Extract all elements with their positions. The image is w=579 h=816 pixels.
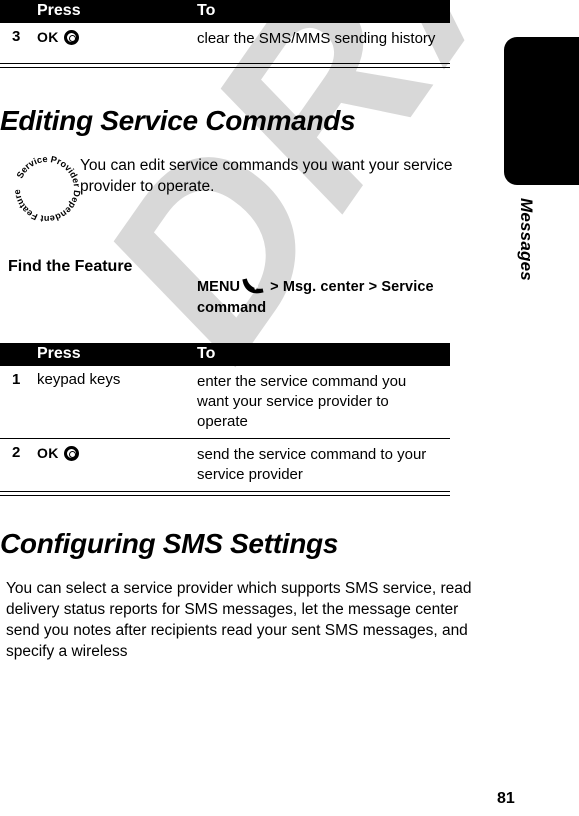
- chapter-name-text: Messages: [517, 198, 536, 281]
- table-header-row: Press To: [0, 0, 450, 23]
- find-the-feature-path: MENU > Msg. center > Service command: [197, 276, 447, 319]
- paragraph-configuring-sms-settings: You can select a service provider which …: [6, 580, 472, 660]
- page-number: 81: [497, 790, 515, 807]
- step-press-cell: OK: [37, 27, 187, 47]
- step-action-cell: enter the service command you want your …: [197, 373, 407, 430]
- step-action-cell: clear the SMS/MMS sending history: [197, 30, 436, 47]
- step-press-cell: OK: [37, 443, 187, 463]
- table-row: 1 keypad keys enter the service command …: [0, 366, 450, 439]
- column-header-to: To: [197, 2, 216, 19]
- table-bottom-rule: [0, 491, 450, 496]
- path-item-msg-center: Msg. center: [282, 279, 365, 295]
- ok-ring-icon: [63, 29, 79, 45]
- table-header-row: Press To: [0, 343, 450, 366]
- badge-text: Service Provider Dependent Feature: [12, 154, 82, 224]
- procedure-table-continuation: Press To 3 OK clear the SMS/MMS sending …: [0, 0, 450, 68]
- find-the-feature-label: Find the Feature: [8, 258, 133, 275]
- paragraph-editing-service-commands: You can edit service commands you want y…: [80, 157, 453, 195]
- ok-key-label: OK: [37, 29, 59, 46]
- table-row: 3 OK clear the SMS/MMS sending history: [0, 23, 450, 63]
- page-title-editing-service-commands: Editing Service Commands: [0, 105, 356, 136]
- path-separator-2: >: [368, 279, 378, 295]
- step-number: 3: [12, 28, 21, 45]
- table-row: 2 OK send the service command to your se…: [0, 439, 450, 491]
- step-number: 1: [12, 371, 21, 388]
- step-press-cell: keypad keys: [37, 371, 121, 388]
- chapter-tab-marker: [504, 37, 579, 185]
- chapter-tab-label: Messages: [516, 198, 536, 318]
- page-title-configuring-sms-settings: Configuring SMS Settings: [0, 528, 339, 559]
- menu-key-label: MENU: [197, 279, 241, 295]
- column-header-to: To: [197, 345, 216, 362]
- page-content: Press To 3 OK clear the SMS/MMS sending …: [0, 0, 579, 816]
- menu-key-icon: [242, 276, 268, 296]
- procedure-table-editing-service-commands: Press To 1 keypad keys enter the service…: [0, 343, 450, 496]
- ok-key-label: OK: [37, 445, 59, 462]
- step-action-cell: send the service command to your service…: [197, 446, 427, 483]
- step-number: 2: [12, 444, 21, 461]
- ok-ring-icon: [63, 445, 79, 461]
- service-provider-dependent-feature-badge: Service Provider Dependent Feature: [8, 150, 86, 228]
- path-separator-1: >: [270, 279, 279, 295]
- column-header-press: Press: [37, 345, 81, 362]
- table-bottom-rule: [0, 63, 450, 68]
- column-header-press: Press: [37, 2, 81, 19]
